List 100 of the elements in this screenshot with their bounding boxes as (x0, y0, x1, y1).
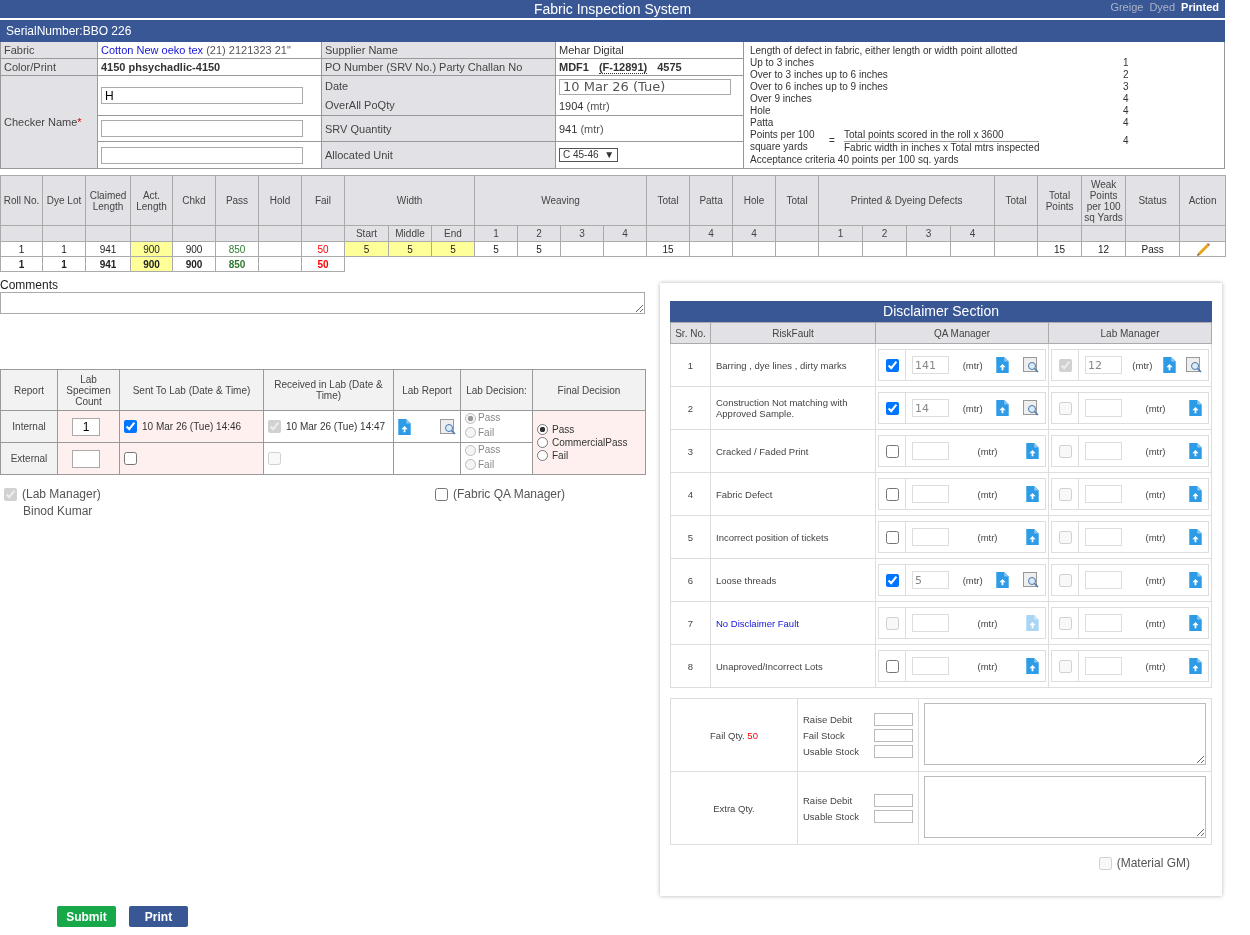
unit-label: (mtr) (977, 531, 998, 543)
radio-button[interactable] (537, 437, 548, 448)
type-tab[interactable]: Printed (1181, 1, 1219, 13)
unit-label: (mtr) (1145, 574, 1166, 586)
radio-button[interactable] (537, 450, 548, 461)
quantity-field[interactable] (1085, 528, 1122, 546)
column-header: Lab Decision: (460, 369, 533, 411)
column-header: Sent To Lab (Date & Time) (119, 369, 264, 411)
quantity-field[interactable] (1085, 485, 1122, 503)
rule-points: 4 (1123, 116, 1130, 129)
checkbox[interactable] (885, 358, 899, 372)
table-cell (818, 241, 863, 257)
checkbox[interactable] (435, 487, 448, 501)
column-header: Total (775, 175, 819, 226)
text-field[interactable] (874, 809, 913, 823)
checkbox[interactable] (885, 401, 899, 415)
pencil-icon[interactable] (1194, 242, 1211, 256)
action-button[interactable]: Print (129, 906, 188, 927)
field-label: Allocated Unit (325, 149, 393, 161)
quantity-field[interactable] (912, 485, 949, 503)
equals-sign: = (828, 135, 836, 147)
quantity-field[interactable] (1085, 571, 1122, 589)
text-field[interactable] (874, 728, 913, 742)
quantity-field[interactable]: 141 (912, 356, 949, 374)
text-field[interactable] (101, 120, 303, 137)
remarks-field[interactable] (924, 703, 1206, 765)
file-upload-icon[interactable] (1026, 443, 1039, 459)
rule-points: 4 (1123, 92, 1130, 105)
quantity-field[interactable] (912, 528, 949, 546)
quantity-field[interactable] (1085, 442, 1122, 460)
column-header: Pass (215, 175, 259, 226)
text-field[interactable] (101, 146, 303, 164)
unit-dropdown[interactable]: C 45-46 ▼ (559, 148, 619, 162)
checkbox[interactable] (124, 452, 137, 465)
column-header: Total (646, 175, 690, 226)
file-upload-icon[interactable] (996, 572, 1010, 588)
option-label: Pass (478, 412, 501, 424)
column-header: Total Points (1037, 175, 1082, 226)
option-label: Pass (478, 444, 501, 456)
column-header: Final Decision (532, 369, 646, 411)
column-header: Fail (301, 175, 345, 226)
text-field[interactable] (874, 712, 913, 726)
total-cell (258, 256, 302, 272)
total-cell: 941 (85, 256, 131, 272)
file-upload-icon[interactable] (398, 418, 411, 435)
checkbox[interactable] (885, 487, 899, 501)
file-upload-icon[interactable] (996, 357, 1010, 373)
column-header: RiskFault (710, 322, 876, 344)
quantity-field[interactable] (1085, 399, 1122, 417)
file-upload-icon[interactable] (1026, 486, 1039, 502)
column-header: Roll No. (0, 175, 43, 226)
document-search-icon[interactable] (440, 418, 456, 435)
rule-label: Over to 3 inches up to 6 inches (750, 68, 889, 81)
text-field[interactable]: H (101, 87, 303, 104)
quantity-field[interactable]: 5 (912, 571, 949, 589)
text-field[interactable] (874, 744, 913, 758)
fault-label: Cracked / Faded Print (716, 445, 809, 457)
quantity-field[interactable] (1085, 614, 1122, 632)
document-search-icon[interactable] (1186, 357, 1202, 373)
count-field[interactable] (72, 449, 100, 468)
quantity-field[interactable] (912, 442, 949, 460)
checkbox[interactable] (885, 659, 899, 673)
quantity-field[interactable] (912, 657, 949, 675)
field-label: Checker Name* (4, 116, 82, 128)
checkbox[interactable] (885, 444, 899, 458)
unit-label: (mtr) (977, 445, 998, 457)
text-field[interactable] (874, 793, 913, 807)
checkbox[interactable] (124, 420, 137, 433)
row-label: Internal (0, 410, 58, 443)
document-search-icon[interactable] (1022, 357, 1039, 373)
quantity-field[interactable]: 14 (912, 399, 949, 417)
column-header: Sr. No. (670, 322, 711, 344)
comments-field[interactable] (0, 292, 645, 314)
table-cell: 1 (670, 343, 711, 387)
document-search-icon[interactable] (1022, 572, 1039, 588)
fabric-link[interactable]: Cotton New oeko tex (101, 44, 204, 56)
quantity-field[interactable] (1085, 657, 1122, 675)
unit-label: (mtr) (977, 488, 998, 500)
radio-button[interactable] (537, 424, 548, 435)
table-cell (689, 241, 733, 257)
document-search-icon[interactable] (1022, 400, 1039, 416)
fault-label: Incorrect position of tickets (716, 531, 829, 543)
checkbox[interactable] (885, 573, 899, 587)
date-field[interactable]: 10 Mar 26 (Tue) (559, 78, 731, 95)
checkbox[interactable] (885, 530, 899, 544)
file-upload-icon[interactable] (1026, 529, 1039, 545)
remarks-field[interactable] (924, 776, 1206, 838)
rule-label: Up to 3 inches (750, 56, 815, 69)
file-upload-icon[interactable] (996, 400, 1010, 416)
count-field[interactable]: 1 (72, 417, 100, 436)
quantity-field[interactable] (912, 614, 949, 632)
table-cell: 5 (517, 241, 561, 257)
unit-label: (mtr) (962, 402, 983, 414)
field-label: Usable Stock (803, 810, 859, 822)
acceptance-note: Acceptance criteria 40 points per 100 sq. yards (750, 153, 960, 166)
file-upload-icon[interactable] (1026, 658, 1039, 674)
column-header: Patta (689, 175, 733, 226)
fault-label: Construction Not matching with Approved Sample. (716, 397, 848, 419)
table-cell (906, 241, 951, 257)
unit-label: (mtr) (1145, 617, 1166, 629)
